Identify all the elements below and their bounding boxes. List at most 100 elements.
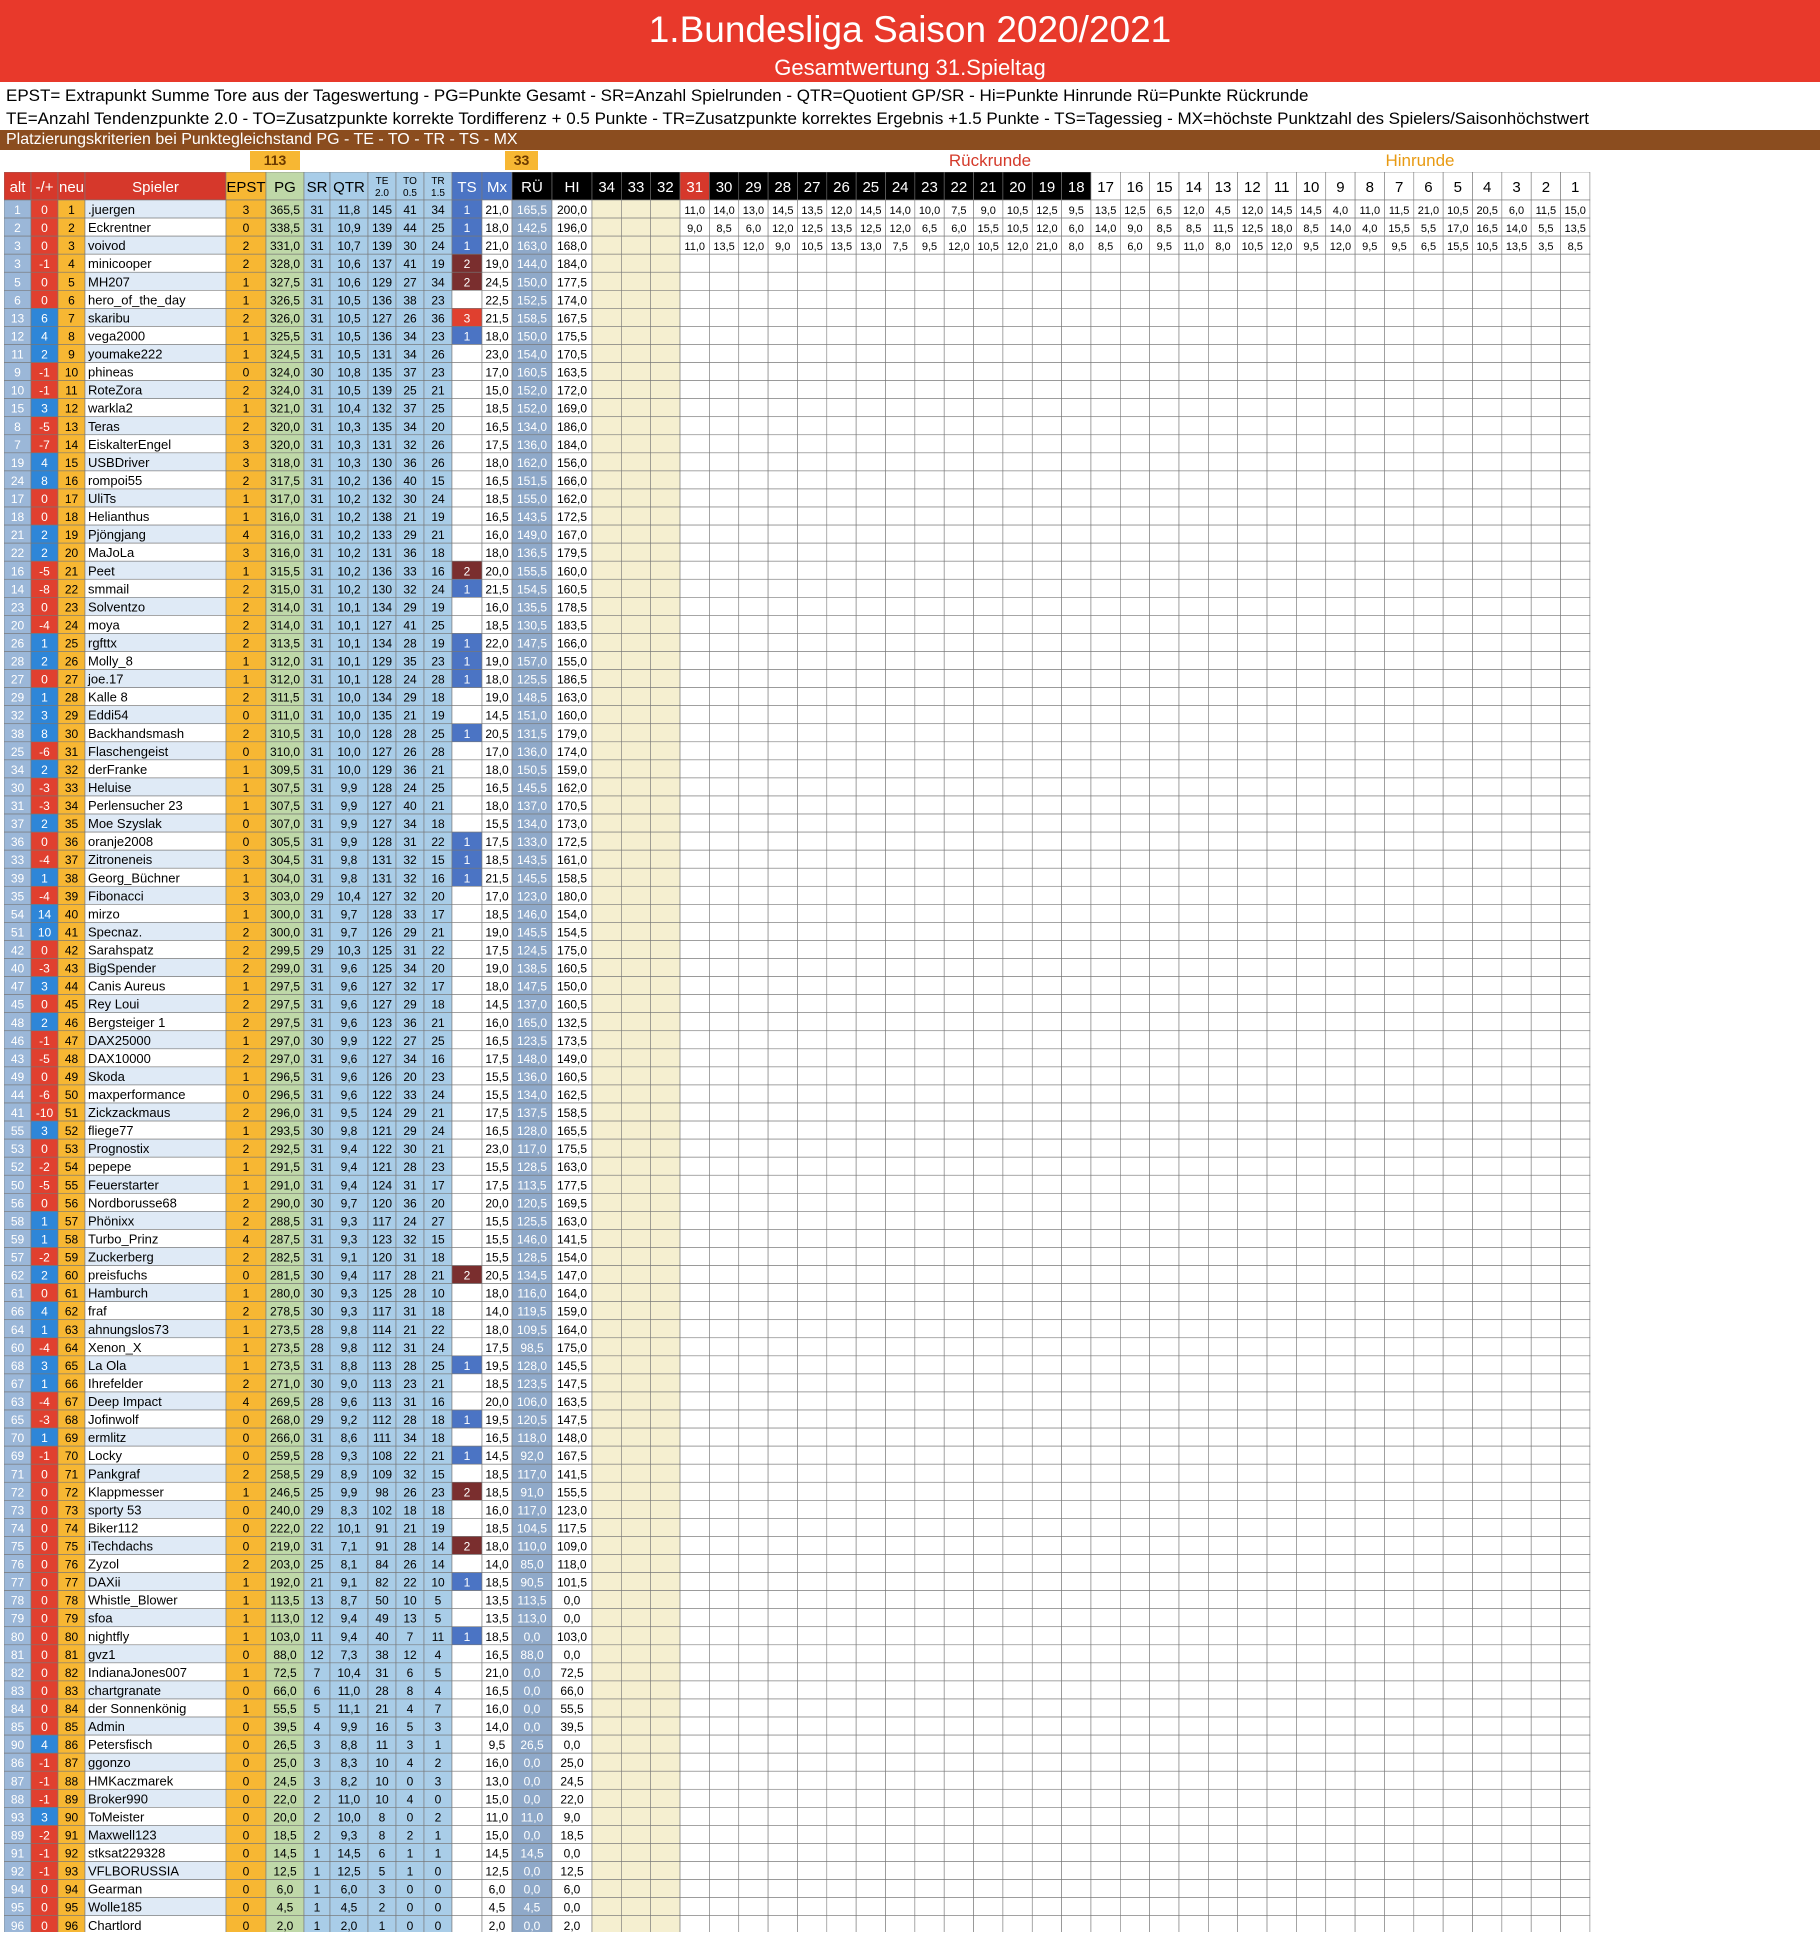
round-cell [1149,1355,1180,1375]
round-cell [1031,1355,1062,1375]
round-cell [826,253,857,273]
cell-text: 146,0 [517,1232,547,1246]
cell-text: 8,8 [341,1359,358,1373]
round-cell [709,976,740,995]
round-cell [885,1283,916,1302]
cell-text: 18,5 [485,853,509,867]
cell-text: 30 [310,1305,324,1319]
round-cell [1149,1265,1180,1284]
round-cell [885,416,916,436]
cell-text: 139 [372,221,392,235]
round-cell [767,253,798,273]
round-cell [1120,976,1150,995]
round-cell [1472,904,1503,923]
round-cell [650,867,681,887]
round-cell [885,1373,916,1393]
cell-text: 9,7 [341,1196,358,1210]
round-cell [1031,1156,1062,1176]
round-cell [914,940,945,959]
cell-text: 9,9 [341,835,358,849]
round-cell [885,1265,916,1284]
round-cell [650,1445,681,1465]
cell-text: 169,5 [557,1196,587,1210]
round-cell [1120,434,1150,454]
round-cell [1237,1265,1268,1284]
round-cell [767,633,798,652]
round-cell [1413,452,1444,472]
round-value: 14,0 [1506,223,1527,235]
header-label-23: 26 [833,179,850,196]
cell-text: 31 [310,348,324,362]
round-cell [1120,615,1150,634]
round-cell [1031,723,1062,743]
player-name: Fibonacci [88,888,144,903]
round-cell [826,1120,857,1140]
round-cell [1384,904,1415,923]
round-cell [1354,560,1385,580]
round-cell [885,741,916,761]
round-cell [855,452,886,472]
round-cell [885,1192,916,1212]
round-cell [973,1066,1004,1086]
cell-text: 1 [243,799,250,813]
round-cell [943,488,974,508]
cell-text: -4 [39,1341,50,1355]
round-cell [1442,705,1473,725]
round-cell [826,759,857,779]
round-cell [1237,1518,1268,1537]
round-cell [709,452,740,472]
round-cell [1472,741,1503,761]
cell-text: 131 [372,871,392,885]
round-cell [738,452,769,472]
round-cell [1178,1319,1209,1339]
round-cell [1354,344,1385,363]
cell-text: 30 [310,1377,324,1391]
round-cell [591,1066,622,1086]
round-cell [973,1138,1004,1158]
round-cell [1061,867,1092,887]
round-cell [1178,1481,1209,1501]
cell-text: 168,0 [557,239,587,253]
round-cell [738,1229,769,1248]
round-cell [914,308,945,327]
round-cell [1501,452,1532,472]
round-cell [1149,1427,1180,1447]
cell-text: 328,0 [270,257,300,271]
round-cell [1530,452,1561,472]
round-value: 5,5 [1421,223,1436,235]
round-cell [826,578,857,598]
round-cell [1560,849,1591,869]
round-cell [709,1174,740,1194]
cell-text: 273,5 [270,1359,300,1373]
round-value: 9,0 [687,223,702,235]
round-cell [1120,1084,1150,1104]
cell-text: 29 [403,691,417,705]
cell-text: 16,0 [485,528,509,542]
round-cell [826,651,857,670]
round-cell [1266,741,1297,761]
round-cell [855,867,886,887]
round-cell [973,633,1004,652]
round-cell [1178,777,1209,797]
cell-text: 31 [310,781,324,795]
round-cell [973,1156,1004,1176]
round-cell [1002,1518,1033,1537]
round-cell [797,506,828,526]
round-cell [1149,1102,1180,1122]
round-cell [1325,434,1356,454]
round-cell [1120,253,1150,273]
cell-text: 8 [41,474,48,488]
round-cell [885,1247,916,1266]
round-cell [709,940,740,959]
round-cell [1090,885,1121,905]
round-cell [855,578,886,598]
round-cell [797,1481,828,1501]
round-cell [855,741,886,761]
round-cell [1530,542,1561,562]
round-value: 13,5 [1565,223,1586,235]
round-cell [738,1084,769,1104]
cell-text: 114 [372,1323,391,1337]
cell-r12-c11 [451,416,483,436]
cell-text: 24 [431,1124,445,1138]
cell-text: 31 [310,1160,324,1174]
